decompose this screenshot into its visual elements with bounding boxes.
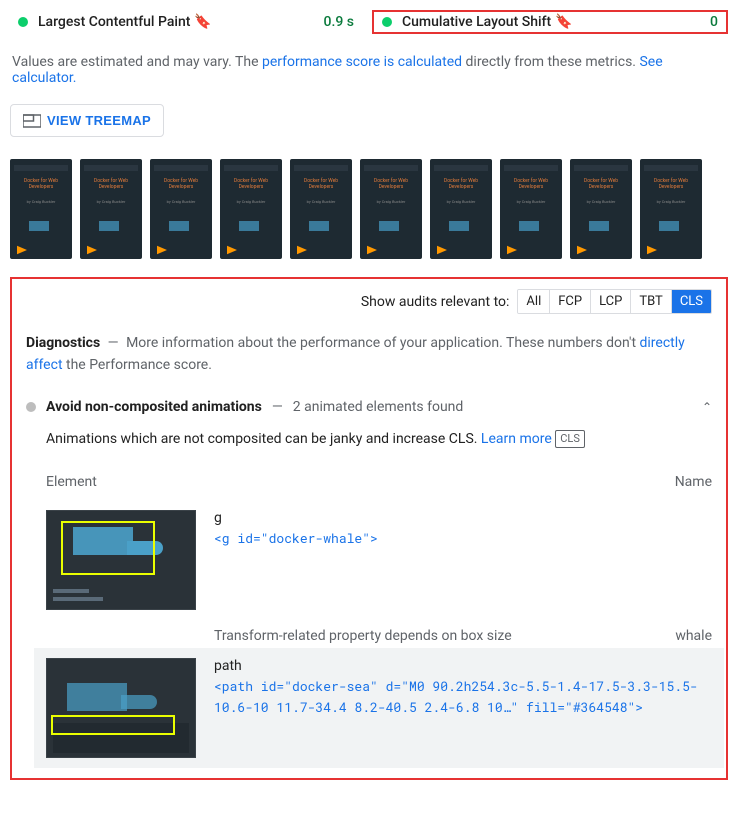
- element-name: g: [214, 510, 712, 526]
- table-row: g <g id="docker-whale">: [46, 500, 712, 620]
- bookmark-icon: 🔖: [555, 14, 572, 30]
- metric-label: Cumulative Layout Shift: [402, 14, 551, 30]
- pill-fcp[interactable]: FCP: [550, 290, 591, 313]
- element-thumbnail[interactable]: [46, 658, 196, 758]
- element-thumbnail[interactable]: [46, 510, 196, 610]
- filmstrip-frame[interactable]: Docker for Web Developersby Craig Buckle…: [290, 159, 352, 259]
- audit-toggle[interactable]: Avoid non-composited animations — 2 anim…: [26, 399, 712, 415]
- filmstrip-frame[interactable]: Docker for Web Developersby Craig Buckle…: [150, 159, 212, 259]
- table-row: path <path id="docker-sea" d="M0 90.2h25…: [34, 648, 724, 768]
- filmstrip-frame[interactable]: Docker for Web Developersby Craig Buckle…: [80, 159, 142, 259]
- pill-all[interactable]: All: [518, 290, 550, 313]
- table-header: Element Name: [46, 468, 712, 500]
- pill-tbt[interactable]: TBT: [631, 290, 671, 313]
- metric-lcp[interactable]: Largest Contentful Paint 🔖 0.9 s: [10, 10, 362, 34]
- diagnostics-panel: Show audits relevant to: All FCP LCP TBT…: [10, 277, 728, 780]
- metric-label: Largest Contentful Paint: [38, 14, 190, 30]
- pill-lcp[interactable]: LCP: [591, 290, 631, 313]
- diagnostics-header: Diagnostics — More information about the…: [26, 332, 712, 377]
- filmstrip-frame[interactable]: Docker for Web Developersby Craig Buckle…: [640, 159, 702, 259]
- metric-value: 0: [710, 14, 718, 30]
- score-calc-link[interactable]: performance score is calculated: [262, 54, 462, 70]
- metric-value: 0.9 s: [324, 14, 355, 30]
- audit-description: Animations which are not composited can …: [46, 429, 712, 450]
- status-dot-good: [382, 17, 392, 27]
- filmstrip-frame[interactable]: Docker for Web Developersby Craig Buckle…: [430, 159, 492, 259]
- chevron-up-icon: ⌃: [702, 400, 712, 414]
- row-sub-label: Transform-related property depends on bo…: [46, 620, 712, 648]
- learn-more-link[interactable]: Learn more: [481, 431, 552, 447]
- estimate-note: Values are estimated and may vary. The p…: [10, 54, 728, 86]
- status-dot-good: [18, 17, 28, 27]
- element-code: <path id="docker-sea" d="M0 90.2h254.3c-…: [214, 676, 712, 718]
- treemap-icon: [23, 114, 41, 128]
- metric-cls[interactable]: Cumulative Layout Shift 🔖 0: [372, 10, 728, 34]
- filmstrip-frame[interactable]: Docker for Web Developersby Craig Buckle…: [570, 159, 632, 259]
- cls-tag: CLS: [555, 430, 585, 449]
- status-dot-neutral: [26, 402, 36, 412]
- filmstrip-frame[interactable]: Docker for Web Developersby Craig Buckle…: [500, 159, 562, 259]
- filmstrip-frame[interactable]: Docker for Web Developersby Craig Buckle…: [360, 159, 422, 259]
- filmstrip: Docker for Web Developersby Craig Buckle…: [10, 159, 728, 259]
- filter-label: Show audits relevant to:: [361, 294, 510, 310]
- element-code: <g id="docker-whale">: [214, 528, 712, 549]
- pill-cls[interactable]: CLS: [672, 290, 711, 313]
- audit-filter-pills: All FCP LCP TBT CLS: [517, 289, 712, 314]
- element-name: path: [214, 658, 712, 674]
- filmstrip-frame[interactable]: Docker for Web Developersby Craig Buckle…: [10, 159, 72, 259]
- filmstrip-frame[interactable]: Docker for Web Developersby Craig Buckle…: [220, 159, 282, 259]
- bookmark-icon: 🔖: [194, 14, 211, 30]
- view-treemap-button[interactable]: VIEW TREEMAP: [10, 104, 164, 137]
